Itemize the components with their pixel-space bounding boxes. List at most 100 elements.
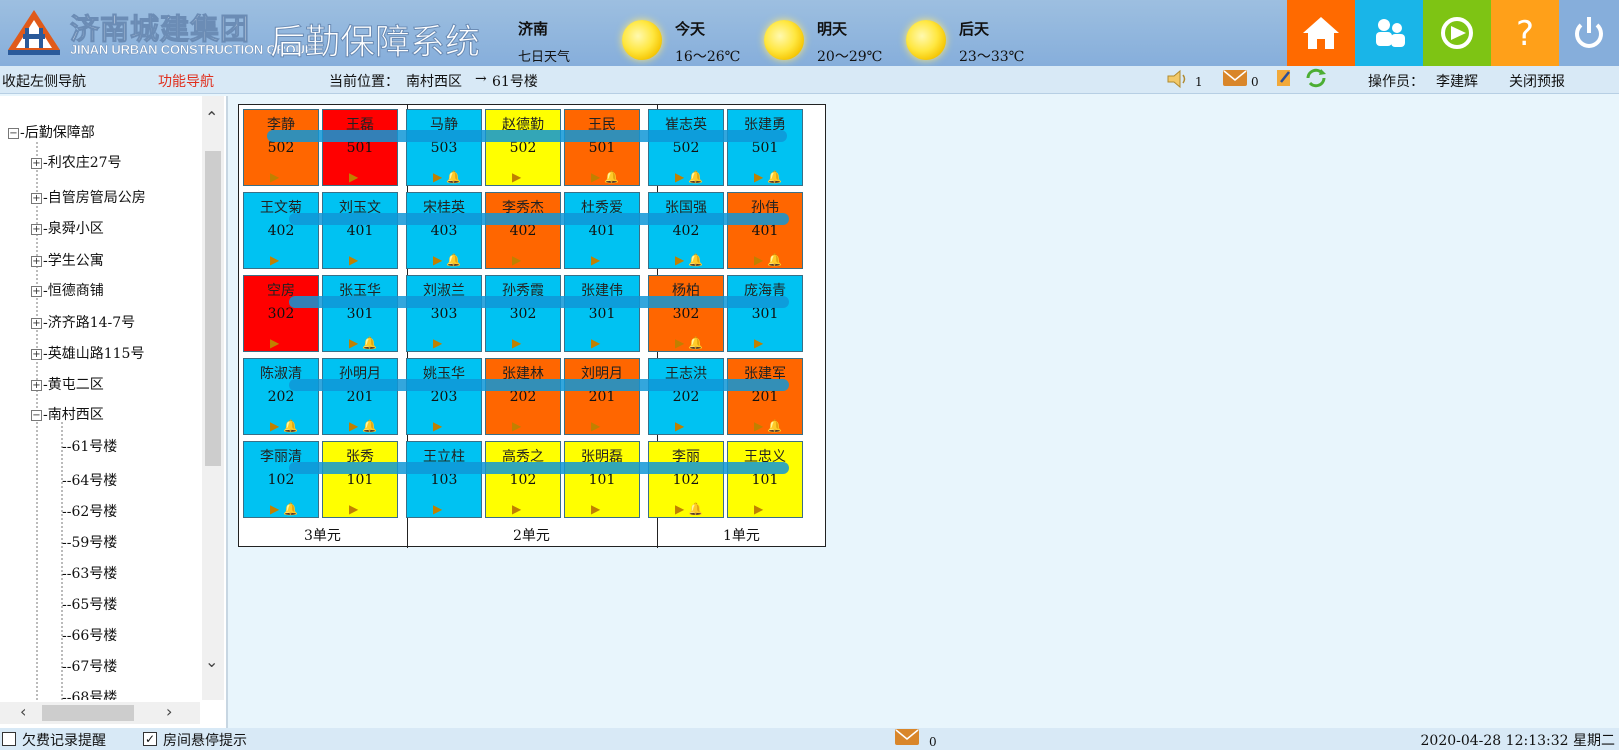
room-cell[interactable]: 刘玉文 401 ▶ [322,192,398,269]
scroll-up-icon[interactable]: ⌃ [205,108,218,127]
close-alert-link[interactable]: 关闭预报 [1509,71,1565,91]
play-icon[interactable]: ▶ [349,170,358,184]
power-button[interactable] [1559,0,1619,66]
play-icon[interactable]: ▶ [433,170,442,184]
room-cell[interactable]: 张建军 201 ▶ 🔔 [727,358,803,435]
tree-child[interactable]: --67号楼 [62,656,117,676]
expand-icon[interactable]: + [31,193,42,204]
bell-icon[interactable]: 🔔 [767,253,782,267]
room-cell[interactable]: 赵德勤 502 ▶ [485,109,561,186]
room-cell[interactable]: 张明磊 101 ▶ [564,441,640,518]
tree-child-61[interactable]: --61号楼 [62,436,117,456]
play-icon[interactable]: ▶ [433,336,442,350]
room-cell[interactable]: 张国强 402 ▶ 🔔 [648,192,724,269]
mail-icon[interactable] [1222,69,1248,91]
tree-child[interactable]: --66号楼 [62,625,117,645]
collapse-icon[interactable]: − [31,410,42,421]
expand-icon[interactable]: + [31,256,42,267]
play-icon[interactable]: ▶ [591,170,600,184]
users-button[interactable] [1355,0,1423,66]
tree-child[interactable]: --59号楼 [62,532,117,552]
arrears-reminder-checkbox[interactable] [2,732,16,746]
room-cell[interactable]: 刘明月 201 ▶ [564,358,640,435]
play-icon[interactable]: ▶ [349,253,358,267]
play-icon[interactable]: ▶ [675,253,684,267]
expand-icon[interactable]: + [31,286,42,297]
tree-horizontal-scrollbar[interactable]: ‹ › [0,702,200,724]
room-cell[interactable]: 孙明月 201 ▶ 🔔 [322,358,398,435]
room-cell[interactable]: 孙伟 401 ▶ 🔔 [727,192,803,269]
room-cell[interactable]: 张玉华 301 ▶ 🔔 [322,275,398,352]
play-icon[interactable]: ▶ [433,419,442,433]
room-cell[interactable]: 刘淑兰 303 ▶ [406,275,482,352]
tree-root[interactable]: − -后勤保障部 [8,122,95,142]
room-cell[interactable]: 陈淑清 202 ▶ 🔔 [243,358,319,435]
play-icon[interactable]: ▶ [349,419,358,433]
tree-item[interactable]: + -济齐路14-7号 [31,312,135,332]
hover-tip-checkbox[interactable]: ✓ [143,732,157,746]
play-icon[interactable]: ▶ [270,170,279,184]
room-cell[interactable]: 张建勇 501 ▶ 🔔 [727,109,803,186]
play-icon[interactable]: ▶ [754,336,763,350]
bell-icon[interactable]: 🔔 [688,253,703,267]
play-icon[interactable]: ▶ [512,502,521,516]
tree-child[interactable]: --63号楼 [62,563,117,583]
bell-icon[interactable]: 🔔 [362,336,377,350]
room-cell[interactable]: 张建林 202 ▶ [485,358,561,435]
scroll-left-icon[interactable]: ‹ [20,702,26,721]
edit-icon[interactable] [1275,68,1293,92]
room-cell[interactable]: 姚玉华 203 ▶ [406,358,482,435]
tree-item[interactable]: + -恒德商铺 [31,280,104,300]
room-cell[interactable]: 王文菊 402 ▶ [243,192,319,269]
expand-icon[interactable]: + [31,380,42,391]
room-cell[interactable]: 高秀之 102 ▶ [485,441,561,518]
room-cell[interactable]: 李静 502 ▶ [243,109,319,186]
play-icon[interactable]: ▶ [591,336,600,350]
play-icon[interactable]: ▶ [512,336,521,350]
expand-icon[interactable]: + [31,158,42,169]
play-icon[interactable]: ▶ [675,170,684,184]
play-icon[interactable]: ▶ [270,336,279,350]
tree-child[interactable]: --64号楼 [62,470,117,490]
expand-icon[interactable]: + [31,349,42,360]
play-icon[interactable]: ▶ [270,502,279,516]
play-icon[interactable]: ▶ [512,419,521,433]
play-icon[interactable]: ▶ [754,253,763,267]
room-cell[interactable]: 李秀杰 402 ▶ [485,192,561,269]
help-button[interactable]: ? [1491,0,1559,66]
expand-icon[interactable]: + [31,224,42,235]
play-icon[interactable]: ▶ [675,336,684,350]
room-cell[interactable]: 王磊 501 ▶ [322,109,398,186]
weather-forecast-link[interactable]: 七日天气 [518,46,570,65]
play-icon[interactable]: ▶ [433,502,442,516]
bell-icon[interactable]: 🔔 [688,502,703,516]
play-icon[interactable]: ▶ [675,419,684,433]
room-cell[interactable]: 孙秀霞 302 ▶ [485,275,561,352]
bell-icon[interactable]: 🔔 [283,419,298,433]
room-cell[interactable]: 杨柏 302 ▶ 🔔 [648,275,724,352]
play-icon[interactable]: ▶ [349,502,358,516]
room-cell[interactable]: 崔志英 502 ▶ 🔔 [648,109,724,186]
room-cell[interactable]: 李丽清 102 ▶ 🔔 [243,441,319,518]
scroll-right-icon[interactable]: › [166,702,172,721]
vertical-scroll-thumb[interactable] [205,151,221,466]
tree-vertical-scrollbar[interactable]: ⌃ ⌄ [202,96,224,700]
speaker-icon[interactable] [1166,68,1192,94]
room-cell[interactable]: 杜秀爱 401 ▶ [564,192,640,269]
play-icon[interactable]: ▶ [270,253,279,267]
room-cell[interactable]: 王立柱 103 ▶ [406,441,482,518]
bell-icon[interactable]: 🔔 [362,419,377,433]
collapse-icon[interactable]: − [8,128,19,139]
play-icon[interactable]: ▶ [270,419,279,433]
refresh-button[interactable] [1423,0,1491,66]
room-cell[interactable]: 李丽 102 ▶ 🔔 [648,441,724,518]
tree-item[interactable]: + -利农庄27号 [31,152,122,172]
play-icon[interactable]: ▶ [754,419,763,433]
room-cell[interactable]: 张秀 101 ▶ [322,441,398,518]
play-icon[interactable]: ▶ [591,502,600,516]
play-icon[interactable]: ▶ [512,170,521,184]
footer-mail-icon[interactable] [894,728,920,750]
play-icon[interactable]: ▶ [512,253,521,267]
function-nav-link[interactable]: 功能导航 [158,71,214,91]
tree-item-nancun[interactable]: − -南村西区 [31,404,104,424]
